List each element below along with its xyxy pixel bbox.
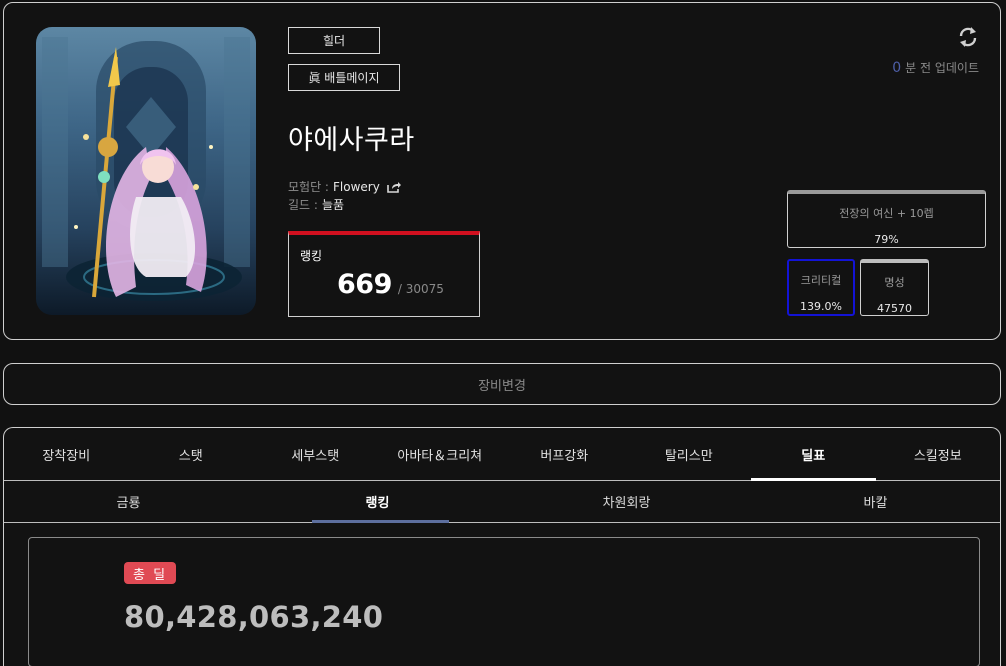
ranking-value: 669 bbox=[337, 269, 392, 300]
total-damage-badge: 총 딜 bbox=[124, 562, 177, 584]
stat-critical-box: 크리티컬 139.0% bbox=[787, 259, 855, 316]
adventure-group-line: 모험단 : Flowery bbox=[288, 178, 402, 195]
stat-fame-box: 명성 47570 bbox=[860, 259, 929, 316]
class-tag: 힐더 bbox=[288, 27, 380, 54]
stat-critical-value: 139.0% bbox=[800, 300, 842, 313]
share-icon[interactable] bbox=[386, 180, 402, 194]
subtab-ranking[interactable]: 랭킹 bbox=[253, 481, 502, 523]
tab-damage-table[interactable]: 딜표 bbox=[751, 428, 876, 481]
tabs-card: 장착장비 스탯 세부스탯 아바타＆크리쳐 버프강화 탈리스만 딜표 스킬정보 금… bbox=[3, 427, 1001, 666]
character-name: 야에사쿠라 bbox=[288, 125, 415, 156]
ranking-box: 랭킹 669 / 30075 bbox=[288, 231, 480, 317]
profile-card: 힐더 眞 배틀메이지 야에사쿠라 모험단 : Flowery 길드 : 늘품 랭… bbox=[3, 2, 1001, 340]
update-text: 분 전 업데이트 bbox=[905, 61, 979, 75]
stat-title-box: 전장의 여신 + 10렙 79% bbox=[787, 190, 986, 248]
stat-title-label: 전장의 여신 + 10렙 bbox=[839, 207, 934, 220]
tab-buff-enhance[interactable]: 버프강화 bbox=[502, 428, 627, 480]
update-minutes: 0 bbox=[892, 60, 902, 76]
stat-fame-value: 47570 bbox=[877, 302, 912, 315]
stat-fame-label: 명성 bbox=[884, 276, 905, 289]
character-portrait bbox=[36, 27, 256, 315]
advancement-tag: 眞 배틀메이지 bbox=[288, 64, 400, 91]
tab-skill-info[interactable]: 스킬정보 bbox=[876, 428, 1001, 480]
main-tab-bar: 장착장비 스탯 세부스탯 아바타＆크리쳐 버프강화 탈리스만 딜표 스킬정보 bbox=[4, 428, 1000, 481]
tab-detail-stats[interactable]: 세부스탯 bbox=[253, 428, 378, 480]
stat-critical-label: 크리티컬 bbox=[800, 274, 842, 287]
character-illustration bbox=[42, 37, 250, 301]
sub-tab-bar: 금룡 랭킹 차원회랑 바칼 bbox=[4, 481, 1000, 523]
equip-change-button[interactable]: 장비변경 bbox=[3, 363, 1001, 405]
ranking-total: / 30075 bbox=[397, 282, 444, 296]
adventure-value: Flowery bbox=[332, 179, 380, 194]
subtab-golden-dragon[interactable]: 금룡 bbox=[4, 481, 253, 522]
update-status: 0 분 전 업데이트 bbox=[892, 59, 979, 76]
tab-avatar-creature[interactable]: 아바타＆크리쳐 bbox=[378, 428, 503, 480]
damage-panel: 총 딜 80,428,063,240 bbox=[28, 537, 980, 666]
ranking-label: 랭킹 bbox=[300, 249, 323, 263]
tab-equipment[interactable]: 장착장비 bbox=[4, 428, 129, 480]
guild-value: 늘품 bbox=[321, 198, 345, 212]
total-damage-value: 80,428,063,240 bbox=[124, 600, 384, 634]
adventure-label: 모험단 : bbox=[288, 180, 329, 194]
refresh-icon[interactable] bbox=[956, 25, 980, 49]
tab-stats[interactable]: 스탯 bbox=[129, 428, 254, 480]
subtab-bakal[interactable]: 바칼 bbox=[751, 481, 1000, 522]
stat-title-value: 79% bbox=[874, 233, 899, 246]
ranking-value-row: 669 / 30075 bbox=[337, 269, 444, 300]
guild-line: 길드 : 늘품 bbox=[288, 196, 344, 213]
tab-talisman[interactable]: 탈리스만 bbox=[627, 428, 752, 480]
subtab-dimension-corridor[interactable]: 차원회랑 bbox=[502, 481, 751, 522]
guild-label: 길드 : bbox=[288, 198, 318, 212]
